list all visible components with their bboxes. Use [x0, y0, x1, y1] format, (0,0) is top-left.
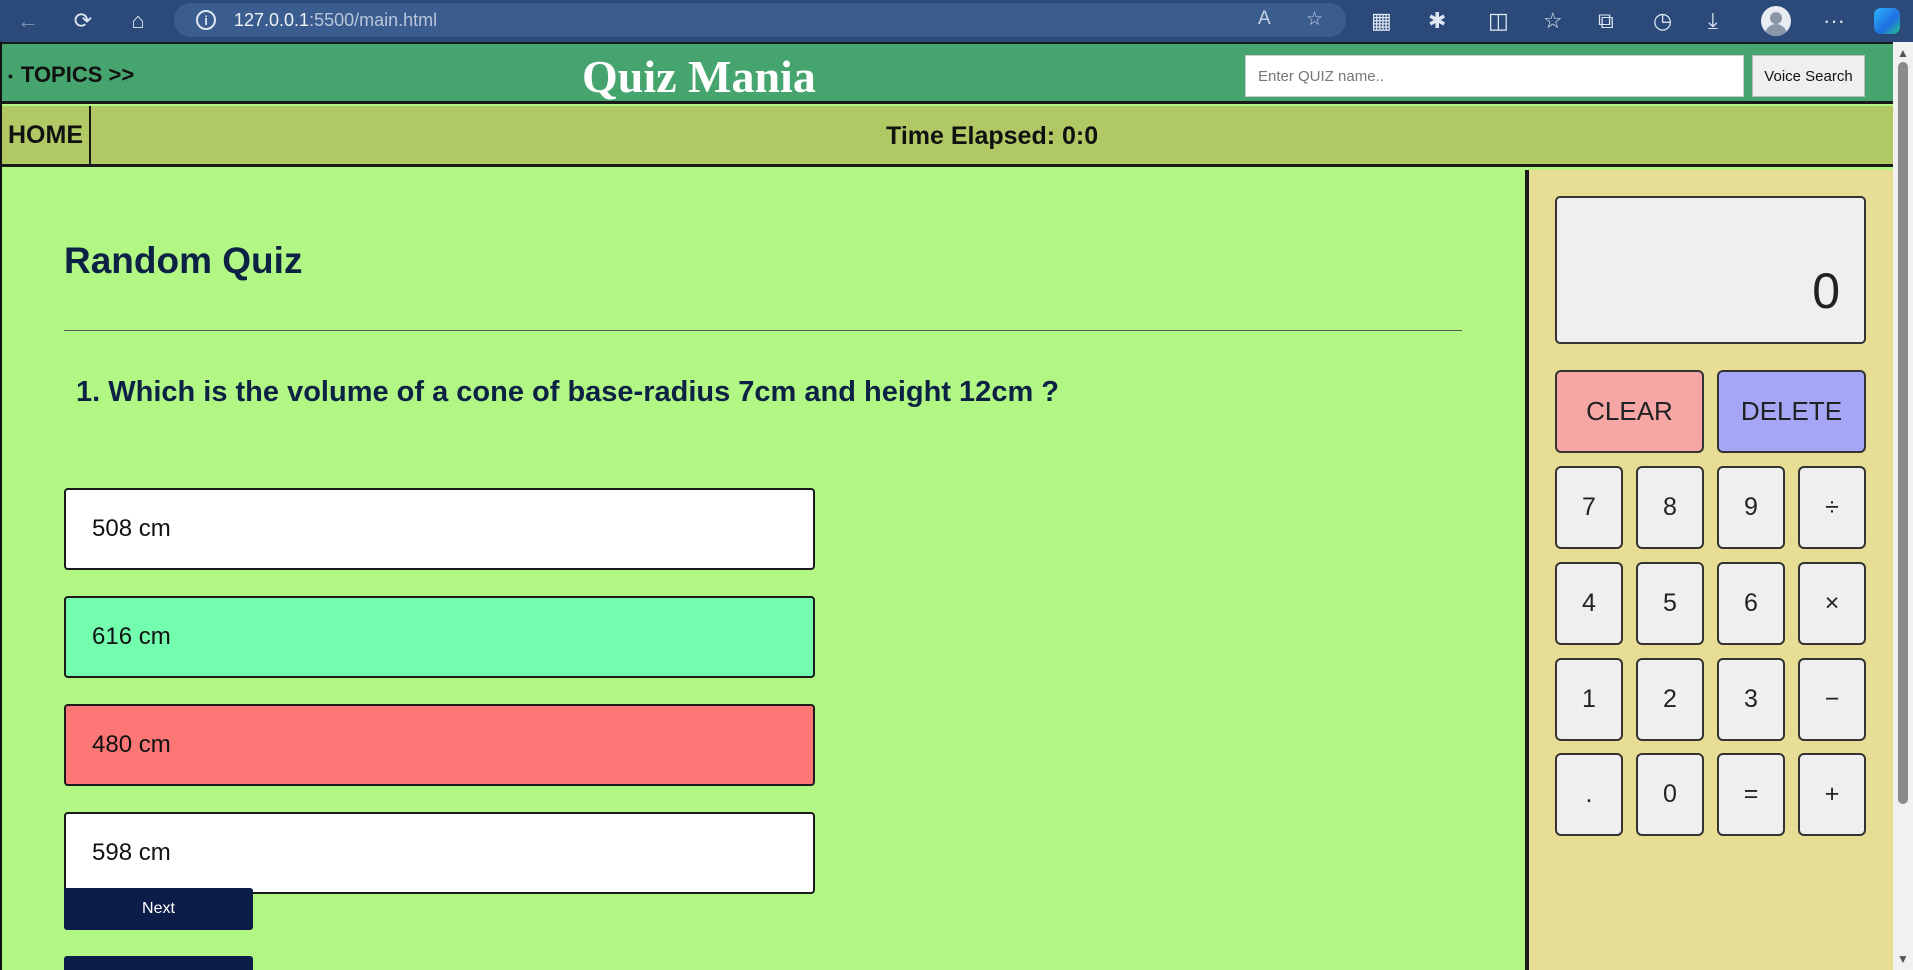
voice-search-button[interactable]: Voice Search [1752, 55, 1865, 97]
browser-toolbar: ← ⟳ ⌂ i 127.0.0.1:5500/main.html A ☆ ▦ ✱… [0, 0, 1913, 42]
url-text: 127.0.0.1:5500/main.html [234, 9, 438, 30]
key-8[interactable]: 8 [1636, 466, 1704, 549]
answer-option[interactable]: 508 cm [64, 488, 815, 570]
collections-icon[interactable]: ⧉ [1598, 1, 1614, 41]
bullet-icon: • [8, 68, 13, 85]
key-4[interactable]: 4 [1555, 562, 1623, 645]
downloads-icon[interactable]: ⤓ [1708, 1, 1718, 41]
key-0[interactable]: 0 [1636, 753, 1704, 836]
key-3[interactable]: 3 [1717, 658, 1785, 741]
topics-menu[interactable]: • TOPICS >> [8, 62, 134, 88]
more-menu-icon[interactable]: ··· [1823, 1, 1845, 41]
site-brand: Quiz Mania [582, 51, 816, 102]
extension-icon[interactable]: ▦ [1371, 1, 1392, 41]
calculator: 0 CLEAR DELETE 7 8 9 ÷ 4 5 6 × 1 2 3 − .… [1525, 170, 1893, 970]
favorites-icon[interactable]: ☆ [1543, 1, 1563, 41]
puzzle-extensions-icon[interactable]: ✱ [1428, 1, 1446, 41]
quiz-title: Random Quiz [64, 240, 303, 281]
scroll-thumb[interactable] [1898, 62, 1908, 804]
key-6[interactable]: 6 [1717, 562, 1785, 645]
favorite-star-icon[interactable]: ☆ [1306, 8, 1323, 31]
page-scrollbar[interactable]: ▲ ▼ [1893, 42, 1913, 970]
secondary-button[interactable] [64, 956, 253, 970]
scroll-down-arrow-icon[interactable]: ▼ [1897, 952, 1909, 966]
site-info-icon[interactable]: i [196, 10, 216, 30]
key-1[interactable]: 1 [1555, 658, 1623, 741]
quiz-search-input[interactable] [1245, 55, 1744, 97]
key-divide[interactable]: ÷ [1798, 466, 1866, 549]
key-2[interactable]: 2 [1636, 658, 1704, 741]
clear-button[interactable]: CLEAR [1555, 370, 1704, 453]
key-add[interactable]: + [1798, 753, 1866, 836]
copilot-icon[interactable] [1874, 8, 1900, 34]
sub-nav: HOME Time Elapsed: 0:0 [2, 106, 1893, 167]
history-icon[interactable]: ◷ [1653, 1, 1672, 41]
calculator-display: 0 [1555, 196, 1866, 344]
profile-avatar[interactable] [1761, 6, 1791, 36]
answer-option-wrong[interactable]: 480 cm [64, 704, 815, 786]
scroll-up-arrow-icon[interactable]: ▲ [1897, 46, 1909, 60]
home-icon[interactable]: ⌂ [118, 1, 158, 41]
key-multiply[interactable]: × [1798, 562, 1866, 645]
time-elapsed: Time Elapsed: 0:0 [886, 122, 1099, 150]
key-decimal[interactable]: . [1555, 753, 1623, 836]
answer-option-correct[interactable]: 616 cm [64, 596, 815, 678]
back-icon[interactable]: ← [8, 1, 48, 41]
next-button[interactable]: Next [64, 888, 253, 930]
divider [64, 330, 1462, 331]
key-9[interactable]: 9 [1717, 466, 1785, 549]
home-link[interactable]: HOME [2, 106, 91, 164]
top-nav: •TOPICS >> Quiz Mania Voice Search [2, 42, 1893, 104]
delete-button[interactable]: DELETE [1717, 370, 1866, 453]
key-7[interactable]: 7 [1555, 466, 1623, 549]
answer-option[interactable]: 598 cm [64, 812, 815, 894]
question-text: 1. Which is the volume of a cone of base… [76, 376, 1059, 408]
quiz-panel: Random Quiz 1. Which is the volume of a … [2, 170, 1525, 970]
address-bar[interactable]: i 127.0.0.1:5500/main.html A ☆ [174, 3, 1346, 37]
page: •TOPICS >> Quiz Mania Voice Search HOME … [0, 42, 1893, 970]
key-equals[interactable]: = [1717, 753, 1785, 836]
key-subtract[interactable]: − [1798, 658, 1866, 741]
read-aloud-icon[interactable]: A [1258, 8, 1271, 30]
refresh-icon[interactable]: ⟳ [63, 1, 103, 41]
split-screen-icon[interactable]: ◫ [1488, 1, 1509, 41]
key-5[interactable]: 5 [1636, 562, 1704, 645]
